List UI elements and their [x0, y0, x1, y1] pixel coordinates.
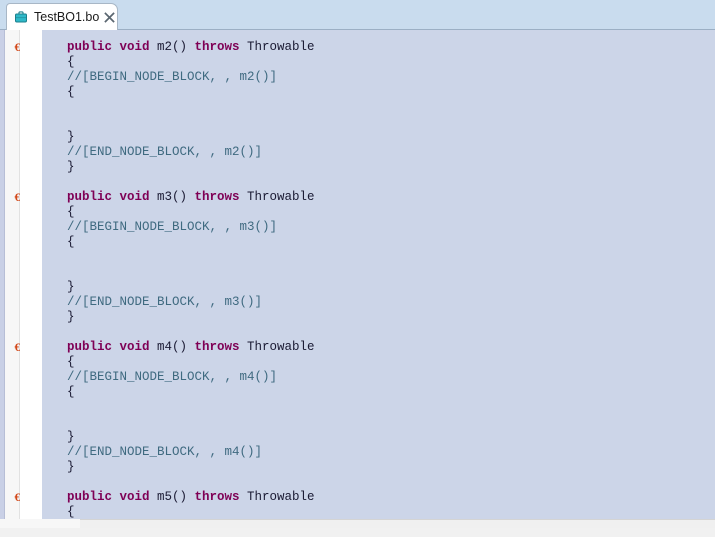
code-token-kw: public void [67, 40, 158, 54]
editor-body: € € € € public void m2() throws Throwable{/… [0, 30, 715, 528]
code-line: } [42, 160, 75, 175]
code-line: { [42, 85, 75, 100]
code-line: { [42, 235, 75, 250]
code-token-cm: //[END_NODE_BLOCK, , m3()] [67, 295, 263, 309]
code-line: public void m2() throws Throwable [42, 40, 315, 55]
close-icon[interactable] [104, 11, 116, 23]
scrollbar-corner [0, 519, 80, 528]
code-token-kw: throws [194, 340, 248, 354]
editor-tab-bar: TestBO1.bo [0, 0, 715, 30]
code-line: } [42, 430, 75, 445]
code-line: //[BEGIN_NODE_BLOCK, , m3()] [42, 220, 277, 235]
code-token-id: m4() [157, 340, 195, 354]
code-line: } [42, 280, 75, 295]
code-token-pn: } [67, 160, 75, 174]
code-line: } [42, 310, 75, 325]
code-token-cm: //[BEGIN_NODE_BLOCK, , m3()] [67, 220, 278, 234]
code-token-id: Throwable [247, 340, 315, 354]
code-text-surface[interactable]: public void m2() throws Throwable{//[BEG… [42, 30, 715, 528]
code-token-id: m5() [157, 490, 195, 504]
code-line: //[END_NODE_BLOCK, , m3()] [42, 295, 262, 310]
code-token-kw: throws [194, 40, 248, 54]
code-line: { [42, 355, 75, 370]
code-token-pn: { [67, 85, 75, 99]
code-line: } [42, 130, 75, 145]
code-line: //[BEGIN_NODE_BLOCK, , m2()] [42, 70, 277, 85]
code-token-pn: { [67, 55, 75, 69]
code-token-kw: throws [194, 490, 248, 504]
code-line: } [42, 460, 75, 475]
code-line: //[END_NODE_BLOCK, , m2()] [42, 145, 262, 160]
code-token-kw: throws [194, 190, 248, 204]
code-token-pn: } [67, 460, 75, 474]
code-token-cm: //[END_NODE_BLOCK, , m2()] [67, 145, 263, 159]
tab-testbo1[interactable]: TestBO1.bo [6, 3, 118, 30]
code-line: //[BEGIN_NODE_BLOCK, , m4()] [42, 370, 277, 385]
code-line: public void m3() throws Throwable [42, 190, 315, 205]
code-token-pn: { [67, 355, 75, 369]
code-token-id: Throwable [247, 190, 315, 204]
code-token-pn: { [67, 385, 75, 399]
code-token-pn: } [67, 280, 75, 294]
code-token-pn: } [67, 310, 75, 324]
tab-label: TestBO1.bo [34, 10, 100, 24]
code-token-kw: public void [67, 340, 158, 354]
code-token-id: m3() [157, 190, 195, 204]
code-token-cm: //[BEGIN_NODE_BLOCK, , m4()] [67, 370, 278, 384]
code-token-pn: { [67, 235, 75, 249]
code-editor-window: TestBO1.bo € € € € public void m2() throws … [0, 0, 715, 537]
folding-gutter[interactable] [20, 30, 57, 528]
code-line: { [42, 55, 75, 70]
code-token-pn: { [67, 205, 75, 219]
code-token-pn: { [67, 505, 75, 519]
code-line: { [42, 205, 75, 220]
horizontal-scrollbar[interactable] [0, 519, 715, 528]
code-line: public void m4() throws Throwable [42, 340, 315, 355]
code-token-id: m2() [157, 40, 195, 54]
annotation-gutter[interactable]: € € € € [5, 30, 21, 528]
code-token-kw: public void [67, 490, 158, 504]
code-token-cm: //[BEGIN_NODE_BLOCK, , m2()] [67, 70, 278, 84]
code-token-cm: //[END_NODE_BLOCK, , m4()] [67, 445, 263, 459]
code-token-pn: } [67, 430, 75, 444]
code-line: //[END_NODE_BLOCK, , m4()] [42, 445, 262, 460]
code-token-id: Throwable [247, 40, 315, 54]
business-object-file-icon [13, 9, 29, 25]
code-line: { [42, 385, 75, 400]
code-line: public void m5() throws Throwable [42, 490, 315, 505]
code-token-kw: public void [67, 190, 158, 204]
code-line: { [42, 505, 75, 520]
code-token-pn: } [67, 130, 75, 144]
code-token-id: Throwable [247, 490, 315, 504]
